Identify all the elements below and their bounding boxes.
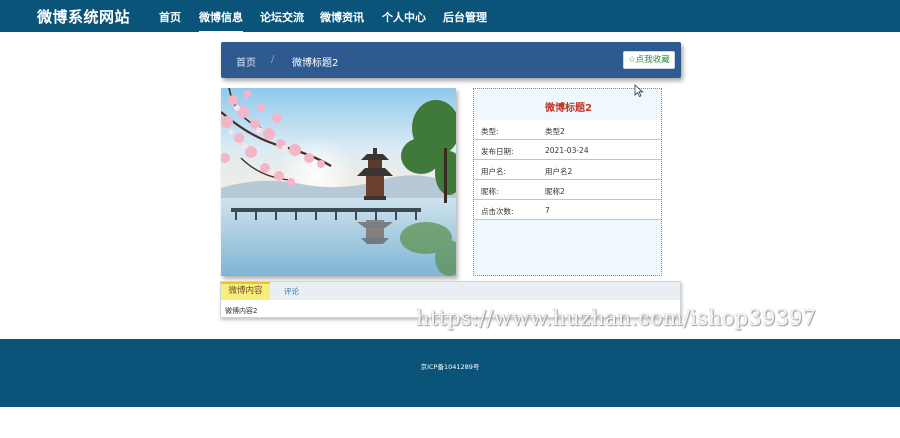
clicks-value: 7 [545,206,550,215]
nav-weibo-info[interactable]: 微博信息 [199,9,243,33]
tab-strip: 微博内容 评论 [221,282,680,300]
detail-title: 微博标题2 [545,103,592,114]
detail-row-username: 用户名: 用户名2 [474,160,661,180]
weibo-image [221,88,456,276]
footer: 京ICP备1041289号 [0,339,900,407]
nav-personal-center[interactable]: 个人中心 [382,9,426,25]
date-value: 2021-03-24 [545,146,589,155]
mouse-cursor-icon [634,84,644,98]
type-value: 类型2 [545,127,565,136]
nav-home[interactable]: 首页 [159,9,181,25]
site-brand[interactable]: 微博系统网站 [37,6,130,27]
detail-card: 微博标题2 类型: 类型2 发布日期: 2021-03-24 用户名: 用户名2… [473,88,662,276]
favorite-button[interactable]: ☆点我收藏 [623,51,675,69]
nav-news[interactable]: 微博资讯 [320,9,364,25]
detail-row-clicks: 点击次数: 7 [474,200,661,220]
nav-forum[interactable]: 论坛交流 [260,9,304,25]
username-label: 用户名: [481,167,507,176]
lake-pavilion-illustration [221,88,456,276]
tab-panel-content: 微博内容2 [225,307,258,315]
nickname-value: 昵称2 [545,187,565,196]
detail-row-date: 发布日期: 2021-03-24 [474,140,661,160]
tab-comments[interactable]: 评论 [284,286,299,297]
type-label: 类型: [481,127,499,136]
tab-weibo-content[interactable]: 微博内容 [221,282,270,300]
nav-admin[interactable]: 后台管理 [443,9,487,25]
detail-row-type: 类型: 类型2 [474,120,661,140]
breadcrumb-bar: 首页 / 微博标题2 ☆点我收藏 [221,42,681,78]
nickname-label: 昵称: [481,187,499,196]
date-label: 发布日期: [481,147,514,156]
detail-row-nickname: 昵称: 昵称2 [474,180,661,200]
breadcrumb-separator: / [271,54,275,65]
breadcrumb-current: 微博标题2 [292,58,339,69]
footer-icp: 京ICP备1041289号 [420,363,480,371]
top-navbar: 微博系统网站 首页 微博信息 论坛交流 微博资讯 个人中心 后台管理 [0,0,900,33]
breadcrumb-home[interactable]: 首页 [236,54,256,69]
watermark-text: https://www.huzhan.com/ishop39397 [416,306,817,330]
clicks-label: 点击次数: [481,207,514,216]
username-value: 用户名2 [545,167,573,176]
